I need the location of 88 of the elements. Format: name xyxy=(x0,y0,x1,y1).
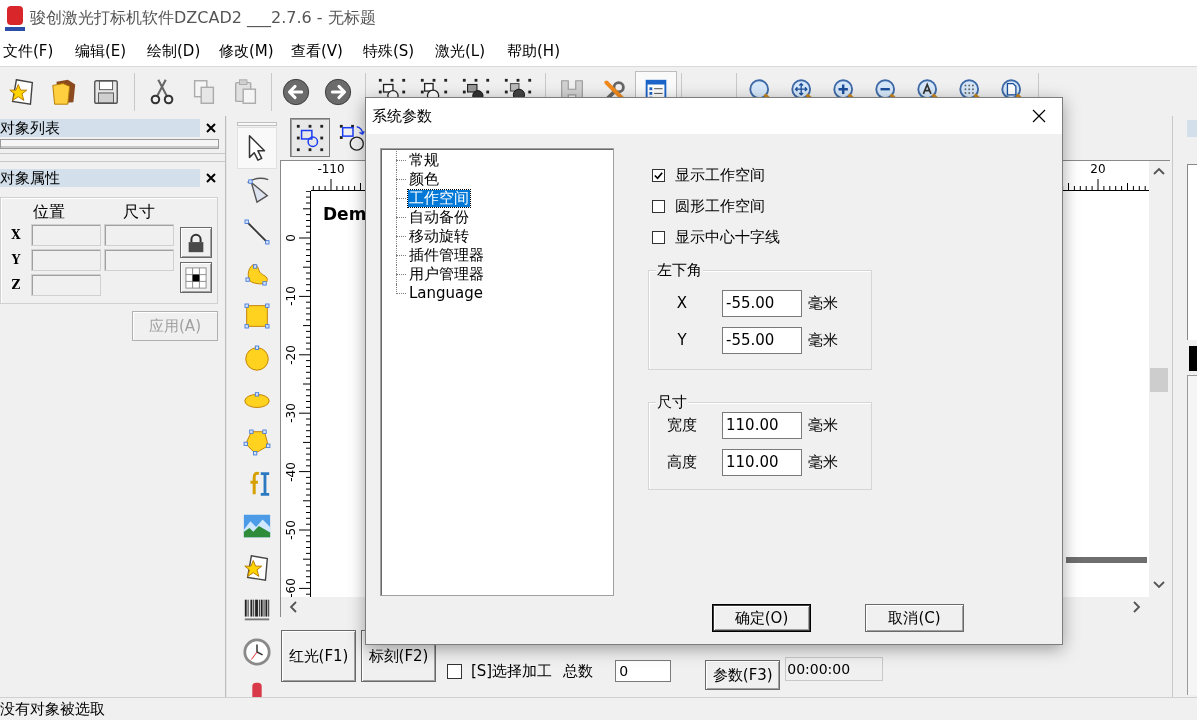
checkbox[interactable] xyxy=(652,169,665,182)
input-field[interactable]: 110.00 xyxy=(722,412,802,439)
axis-label: X xyxy=(10,226,22,244)
scroll-left-icon[interactable] xyxy=(289,601,298,613)
ruler-label: -60 xyxy=(284,578,298,597)
ruler-label: -110 xyxy=(317,162,345,176)
tree-item[interactable]: 插件管理器 xyxy=(408,247,485,264)
ruler-label: -40 xyxy=(284,461,298,482)
field-label: 高度 xyxy=(666,452,698,474)
panel-title-bar xyxy=(1187,120,1197,137)
field-label: X xyxy=(675,293,689,315)
window-title: 骏创激光打标机软件DZCAD2 ___2.7.6 - 无标题 xyxy=(30,7,376,29)
menu-item[interactable]: 文件(F) xyxy=(0,39,72,63)
menu-item[interactable]: 帮助(H) xyxy=(504,39,576,63)
panel-title: 对象属性 xyxy=(0,169,200,187)
panel-title: 对象列表 xyxy=(0,119,200,137)
tool-button[interactable] xyxy=(290,118,330,157)
close-icon xyxy=(1032,109,1046,123)
ruler-label: -10 xyxy=(284,286,298,307)
anchor-button[interactable] xyxy=(180,262,212,293)
checkbox-label: 圆形工作空间 xyxy=(675,196,765,218)
tree-item[interactable]: 自动备份 xyxy=(408,209,470,226)
menu-item[interactable]: 查看(V) xyxy=(288,39,360,63)
polygon-icon xyxy=(242,427,272,457)
field-label: 宽度 xyxy=(666,415,698,437)
dialog-title: 系统参数 xyxy=(371,105,432,127)
checkbox[interactable] xyxy=(447,663,462,679)
params-button[interactable]: 参数(F3) xyxy=(705,660,781,690)
group-title: 尺寸 xyxy=(656,393,688,411)
line-icon xyxy=(242,217,272,247)
app-logo-icon xyxy=(4,4,26,32)
close-icon[interactable] xyxy=(206,173,216,183)
field-label: Y xyxy=(676,330,688,352)
menu-item[interactable]: 特殊(S) xyxy=(360,39,432,63)
input-field[interactable]: -55.00 xyxy=(722,327,802,354)
time-field: 00:00:00 xyxy=(785,657,884,681)
column-heading: 尺寸 xyxy=(122,202,156,222)
grid-icon xyxy=(185,266,207,289)
unit-label: 毫米 xyxy=(808,330,838,352)
tree-item[interactable]: Language xyxy=(408,285,485,302)
tree-item[interactable]: 移动旋转 xyxy=(408,228,470,245)
status-text: 没有对象被选取 xyxy=(0,698,105,720)
group-title: 左下角 xyxy=(656,261,703,279)
scroll-right-icon[interactable] xyxy=(1132,601,1141,613)
tree-item[interactable]: 颜色 xyxy=(408,171,440,188)
toolbar-grip[interactable] xyxy=(237,122,277,126)
menu-item[interactable]: 修改(M) xyxy=(216,39,288,63)
axis-label: Y xyxy=(10,251,22,269)
scroll-up-icon[interactable] xyxy=(1153,167,1165,176)
dialog-button[interactable]: 取消(C) xyxy=(865,604,964,632)
tree-item[interactable]: 常规 xyxy=(408,152,440,169)
check-icon xyxy=(653,170,664,181)
circle-icon xyxy=(242,343,272,373)
unit-label: 毫米 xyxy=(808,293,838,315)
checkbox-label: [S]选择加工 xyxy=(471,660,553,682)
column-heading: 位置 xyxy=(32,202,66,222)
checkbox-label: 显示中心十字线 xyxy=(675,227,780,249)
tree-item[interactable]: 用户管理器 xyxy=(408,266,485,283)
ruler-label: -50 xyxy=(284,520,298,540)
menu-item[interactable]: 编辑(E) xyxy=(72,39,144,63)
unit-label: 毫米 xyxy=(808,452,838,474)
checkbox[interactable] xyxy=(652,200,665,213)
field-label: 总数 xyxy=(563,660,594,682)
scroll-down-icon[interactable] xyxy=(1153,580,1165,589)
checkbox-label: 显示工作空间 xyxy=(675,165,765,187)
menu-item[interactable]: 激光(L) xyxy=(432,39,504,63)
ruler-label: 20 xyxy=(1090,162,1106,176)
process-button[interactable]: 红光(F1) xyxy=(281,630,356,682)
ruler-label: -30 xyxy=(284,403,298,423)
menu-item[interactable]: 绘制(D) xyxy=(144,39,216,63)
lock-button[interactable] xyxy=(180,227,212,258)
tree-item[interactable]: 工作空间 xyxy=(408,190,470,207)
input-field[interactable]: 110.00 xyxy=(722,449,802,476)
axis-label: Z xyxy=(10,276,22,294)
checkbox[interactable] xyxy=(652,231,665,244)
unit-label: 毫米 xyxy=(808,415,838,437)
ruler-label: 0 xyxy=(284,234,298,242)
clock-icon xyxy=(242,637,272,667)
rectangle-icon xyxy=(242,301,272,331)
input-field[interactable]: -55.00 xyxy=(722,290,802,317)
dialog-button[interactable]: 确定(O) xyxy=(712,604,811,632)
ruler-label: -20 xyxy=(284,345,298,365)
count-field[interactable]: 0 xyxy=(615,660,672,682)
text-object: Dem xyxy=(323,204,367,224)
swatch-icon[interactable] xyxy=(1189,346,1197,371)
scrollbar-thumb[interactable] xyxy=(1150,368,1168,392)
selection-handles-icon xyxy=(295,122,325,153)
close-icon[interactable] xyxy=(206,123,216,133)
